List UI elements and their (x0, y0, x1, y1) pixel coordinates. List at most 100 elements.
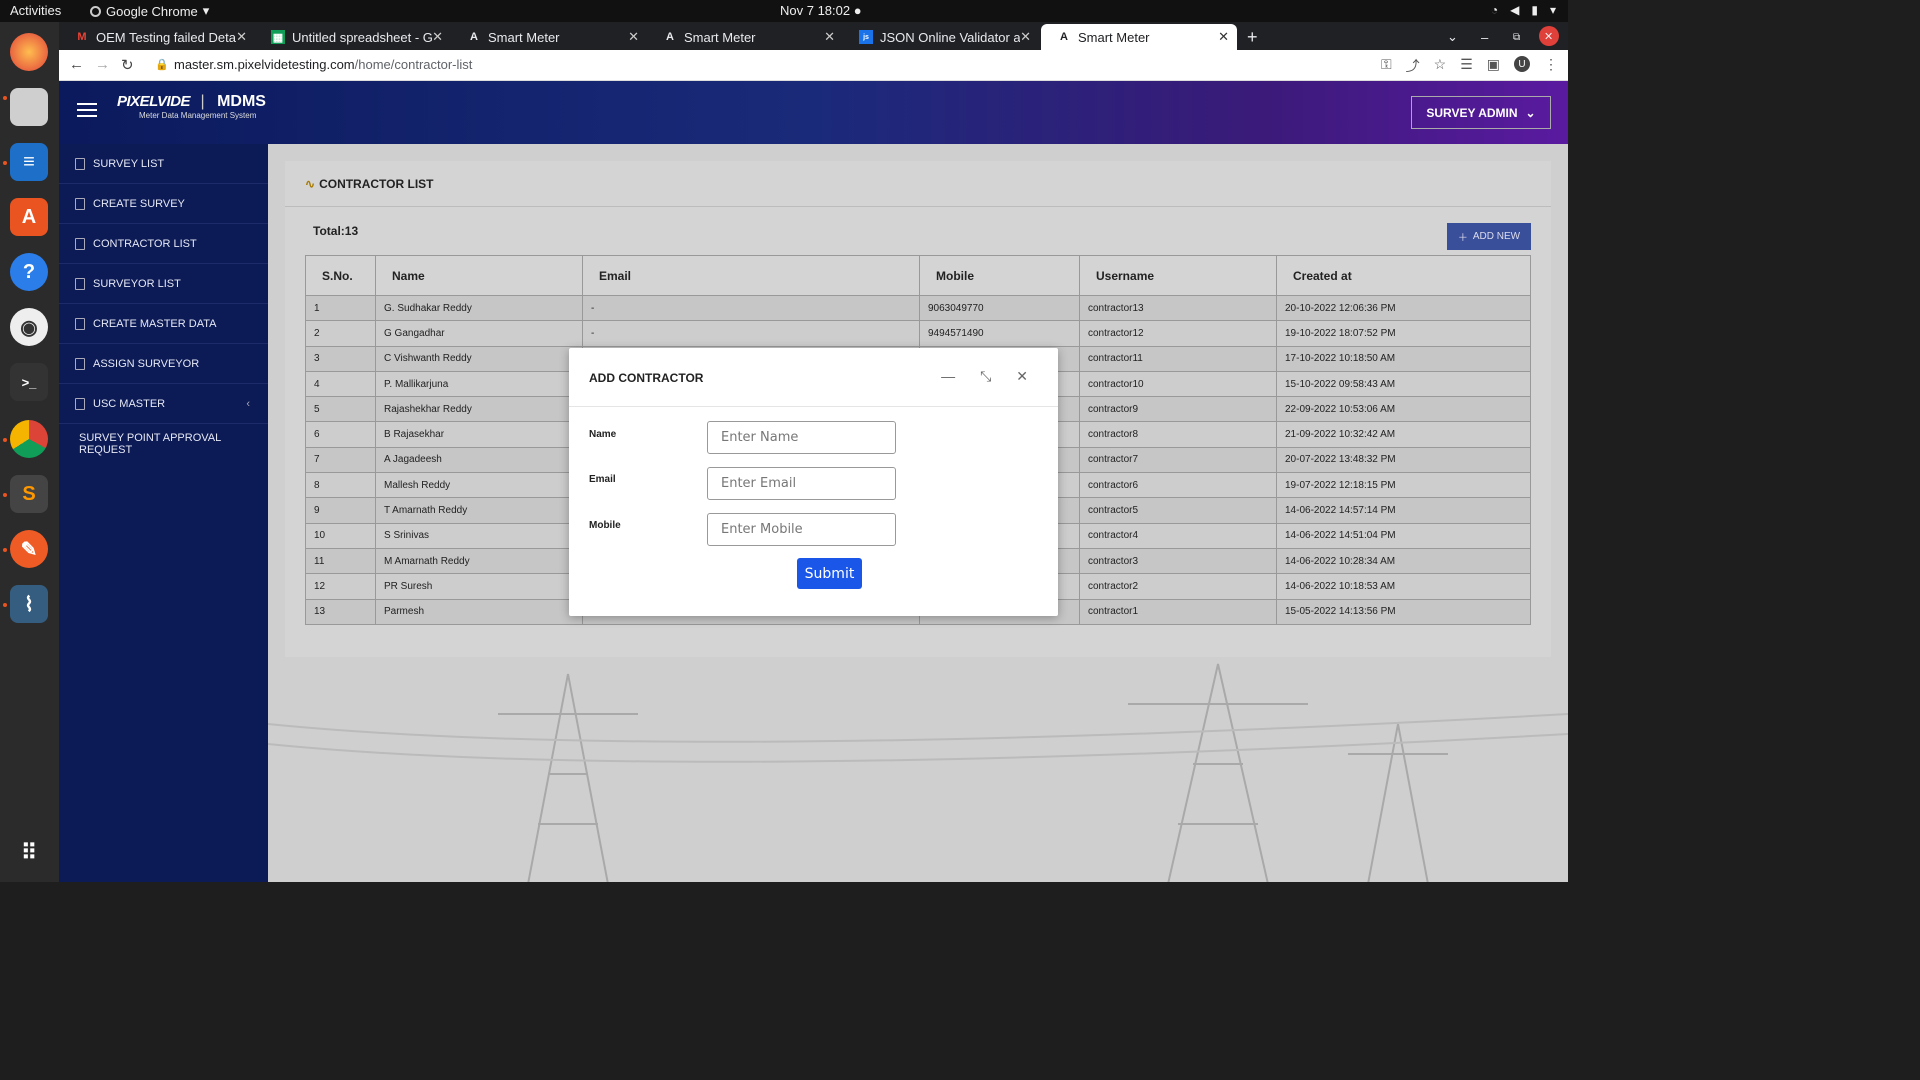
sidebar-item-assign-surveyor[interactable]: ASSIGN SURVEYOR (59, 344, 268, 384)
sidebar-item-create-survey[interactable]: CREATE SURVEY (59, 184, 268, 224)
table-row[interactable]: 2G Gangadhar -9494571490 contractor12 19-10… (305, 320, 1531, 347)
chrome-menu-icon[interactable]: ⋮ (1544, 56, 1558, 76)
column-header[interactable]: Email (582, 255, 920, 296)
show-apps-icon[interactable]: ⠿ (10, 834, 48, 872)
profile-avatar-icon[interactable]: U (1514, 56, 1530, 72)
side-panel-icon[interactable]: ▣ (1487, 56, 1500, 76)
table-cell: PR Suresh (375, 573, 583, 600)
name-input[interactable] (707, 421, 896, 454)
running-indicator (3, 603, 7, 607)
table-cell: 20-07-2022 13:48:32 PM (1276, 446, 1531, 474)
tab-close-icon[interactable]: ✕ (432, 29, 443, 45)
chrome-icon[interactable] (10, 420, 48, 458)
clock[interactable]: Nov 7 18:02 ● (780, 3, 862, 18)
back-icon[interactable]: ← (69, 56, 84, 73)
total-count: Total:13 (313, 224, 359, 238)
table-header-row: S.No. Name Email Mobile Username Created… (305, 255, 1531, 296)
chevron-left-icon: ‹ (246, 397, 250, 410)
browser-tab-active[interactable]: A Smart Meter ✕ (1041, 24, 1237, 50)
column-header[interactable]: Name (375, 255, 583, 296)
table-cell: Mallesh Reddy (375, 472, 583, 499)
browser-tab[interactable]: js JSON Online Validator an ✕ (843, 24, 1039, 50)
browser-tab[interactable]: ▦ Untitled spreadsheet - Go ✕ (255, 24, 451, 50)
submit-button[interactable]: Submit (797, 558, 862, 589)
column-header[interactable]: Created at (1276, 255, 1531, 296)
files-icon[interactable] (10, 88, 48, 126)
browser-tab[interactable]: A Smart Meter ✕ (647, 24, 843, 50)
activities-button[interactable]: Activities (10, 3, 61, 18)
tab-close-icon[interactable]: ✕ (1218, 29, 1229, 45)
table-cell: 5 (305, 396, 376, 423)
forward-icon[interactable]: → (95, 56, 110, 73)
bookmark-star-icon[interactable]: ☆ (1434, 56, 1447, 76)
sidebar-item-usc-master[interactable]: USC MASTER ‹ (59, 384, 268, 424)
software-center-icon[interactable]: A (10, 198, 48, 236)
hamburger-menu-icon[interactable] (77, 103, 97, 119)
tab-close-icon[interactable]: ✕ (628, 29, 639, 45)
mobile-label: Mobile (589, 520, 621, 531)
tab-close-icon[interactable]: ✕ (1020, 29, 1031, 45)
mysql-workbench-icon[interactable]: ⌇ (10, 585, 48, 623)
user-menu-button[interactable]: SURVEY ADMIN ⌄ (1411, 96, 1551, 129)
chevron-down-icon: ⌄ (1525, 105, 1536, 120)
password-key-icon[interactable]: ⚿ (1381, 56, 1392, 76)
table-cell: Rajashekhar Reddy (375, 396, 583, 423)
sidebar-item-survey-list[interactable]: SURVEY LIST (59, 144, 268, 184)
notification-dot-icon: ● (853, 3, 862, 18)
reload-icon[interactable]: ↻ (121, 56, 134, 74)
tab-close-icon[interactable]: ✕ (236, 29, 247, 45)
table-cell: 6 (305, 421, 376, 448)
close-icon[interactable]: ✕ (1016, 368, 1028, 385)
app-menu[interactable]: Google Chrome ▾ (90, 3, 209, 19)
name-label: Name (589, 429, 617, 440)
table-cell: contractor1 (1079, 598, 1277, 625)
mobile-input[interactable] (707, 513, 896, 546)
sidebar-item-create-master-data[interactable]: CREATE MASTER DATA (59, 304, 268, 344)
table-cell: S Srinivas (375, 522, 583, 549)
restore-window-icon[interactable]: ⧉ (1507, 24, 1531, 50)
table-cell: contractor5 (1079, 497, 1277, 524)
running-indicator (3, 161, 7, 165)
document-icon (75, 237, 85, 250)
address-bar[interactable]: master.sm.pixelvidetesting.com/home/cont… (174, 57, 472, 72)
column-header[interactable]: Username (1079, 255, 1277, 296)
divider (285, 206, 1551, 207)
table-cell: 9063049770 (919, 294, 1080, 322)
sidebar-item-surveyor-list[interactable]: SURVEYOR LIST (59, 264, 268, 304)
writer-icon[interactable]: ≡ (10, 143, 48, 181)
help-icon[interactable]: ? (10, 253, 48, 291)
share-icon[interactable]: ⤴ (1406, 56, 1420, 76)
new-tab-button[interactable]: + (1239, 24, 1269, 50)
sidebar-item-survey-point-approval[interactable]: SURVEY POINT APPROVAL REQUEST (59, 424, 268, 464)
add-new-button[interactable]: ＋ ADD NEW (1447, 223, 1531, 250)
pulse-icon: ∿ (305, 177, 316, 191)
table-cell: G Gangadhar (375, 320, 583, 347)
table-cell: 1 (305, 294, 376, 322)
dock: ≡ A ? ◉ >_ S ✎ ⌇ ⠿ (0, 22, 59, 882)
email-input[interactable] (707, 467, 896, 500)
tab-search-icon[interactable]: ⌄ (1443, 24, 1467, 50)
close-window-icon[interactable]: ✕ (1539, 26, 1559, 46)
table-cell: 12 (305, 573, 376, 600)
minimize-icon[interactable]: — (941, 368, 955, 385)
column-header[interactable]: Mobile (919, 255, 1080, 296)
terminal-icon[interactable]: >_ (10, 363, 48, 401)
sidebar-item-contractor-list[interactable]: CONTRACTOR LIST (59, 224, 268, 264)
sublime-text-icon[interactable]: S (10, 475, 48, 513)
table-cell: - (582, 294, 920, 322)
browser-tab[interactable]: M OEM Testing failed Detail ✕ (59, 24, 255, 50)
minimize-window-icon[interactable]: – (1475, 24, 1499, 50)
collapse-icon[interactable]: ⤡ (980, 368, 991, 385)
system-tray[interactable]: ◔ ◀ ▮ ▾ (1491, 3, 1556, 17)
browser-tab[interactable]: A Smart Meter ✕ (451, 24, 647, 50)
rhythmbox-icon[interactable]: ◉ (10, 308, 48, 346)
postman-icon[interactable]: ✎ (10, 530, 48, 568)
reading-list-icon[interactable]: ☰ (1460, 56, 1473, 76)
firefox-icon[interactable] (10, 33, 48, 71)
table-cell: - (582, 320, 920, 347)
tab-close-icon[interactable]: ✕ (824, 29, 835, 45)
lock-icon[interactable]: 🔒 (155, 58, 169, 71)
logo: PIXELVIDE | MDMS Meter Data Management S… (117, 93, 266, 120)
table-row[interactable]: 1 G. Sudhakar Reddy -9063049770 contractor1… (305, 294, 1531, 322)
column-header[interactable]: S.No. (305, 255, 376, 296)
